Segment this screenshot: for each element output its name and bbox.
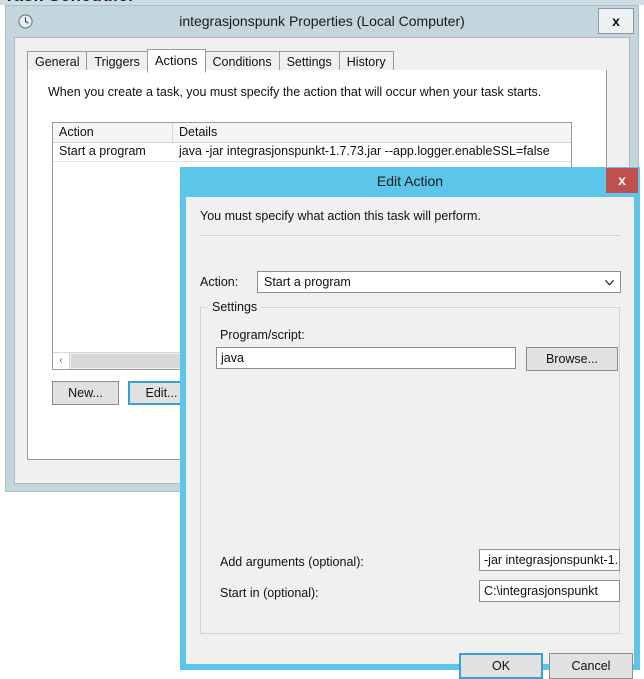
browse-button[interactable]: Browse... bbox=[526, 347, 618, 371]
start-in-label: Start in (optional): bbox=[220, 586, 319, 600]
add-arguments-label: Add arguments (optional): bbox=[220, 555, 364, 569]
action-dropdown[interactable]: Start a program bbox=[257, 271, 621, 293]
edit-action-description: You must specify what action this task w… bbox=[200, 209, 481, 223]
start-in-input[interactable]: C:\integrasjonspunkt bbox=[479, 580, 620, 602]
actions-list-header: Action Details bbox=[53, 123, 571, 143]
ok-button[interactable]: OK bbox=[459, 653, 543, 679]
properties-titlebar[interactable]: integrasjonspunk Properties (Local Compu… bbox=[6, 6, 638, 37]
tab-conditions[interactable]: Conditions bbox=[204, 51, 280, 72]
close-icon[interactable]: x bbox=[606, 168, 638, 193]
properties-window-title: integrasjonspunk Properties (Local Compu… bbox=[179, 13, 465, 29]
add-arguments-input[interactable]: -jar integrasjonspunkt-1. bbox=[479, 549, 620, 571]
program-script-label: Program/script: bbox=[220, 328, 305, 342]
chevron-down-icon bbox=[605, 280, 614, 286]
tab-settings[interactable]: Settings bbox=[278, 51, 340, 72]
edit-action-titlebar[interactable]: Edit Action x bbox=[180, 167, 640, 197]
action-label: Action: bbox=[200, 275, 239, 289]
action-dropdown-value: Start a program bbox=[264, 275, 351, 289]
tab-triggers[interactable]: Triggers bbox=[86, 51, 148, 72]
desktop-background: Task Scheduler integrasjonspunk Properti… bbox=[0, 0, 644, 679]
column-header-action[interactable]: Action bbox=[53, 123, 173, 142]
tab-history[interactable]: History bbox=[338, 51, 394, 72]
scroll-left-icon[interactable]: ‹ bbox=[53, 353, 70, 369]
cancel-button[interactable]: Cancel bbox=[549, 653, 633, 679]
new-button[interactable]: New... bbox=[52, 381, 119, 405]
program-script-input[interactable]: java bbox=[216, 347, 516, 369]
divider bbox=[200, 235, 620, 236]
edit-action-body: You must specify what action this task w… bbox=[186, 197, 634, 679]
actions-panel-description: When you create a task, you must specify… bbox=[48, 85, 542, 99]
cell-action: Start a program bbox=[59, 144, 146, 158]
close-icon[interactable]: x bbox=[598, 8, 634, 34]
cell-details: java -jar integrasjonspunkt-1.7.73.jar -… bbox=[179, 144, 550, 158]
tab-general[interactable]: General bbox=[27, 51, 88, 72]
edit-action-dialog: Edit Action x You must specify what acti… bbox=[180, 167, 640, 679]
edit-action-title: Edit Action bbox=[376, 173, 444, 189]
settings-groupbox-legend: Settings bbox=[208, 300, 262, 314]
properties-tabstrip: General Triggers Actions Conditions Sett… bbox=[27, 49, 607, 73]
column-header-details[interactable]: Details bbox=[173, 123, 571, 142]
table-row[interactable]: Start a program java -jar integrasjonspu… bbox=[53, 143, 571, 162]
tab-actions[interactable]: Actions bbox=[146, 49, 206, 73]
